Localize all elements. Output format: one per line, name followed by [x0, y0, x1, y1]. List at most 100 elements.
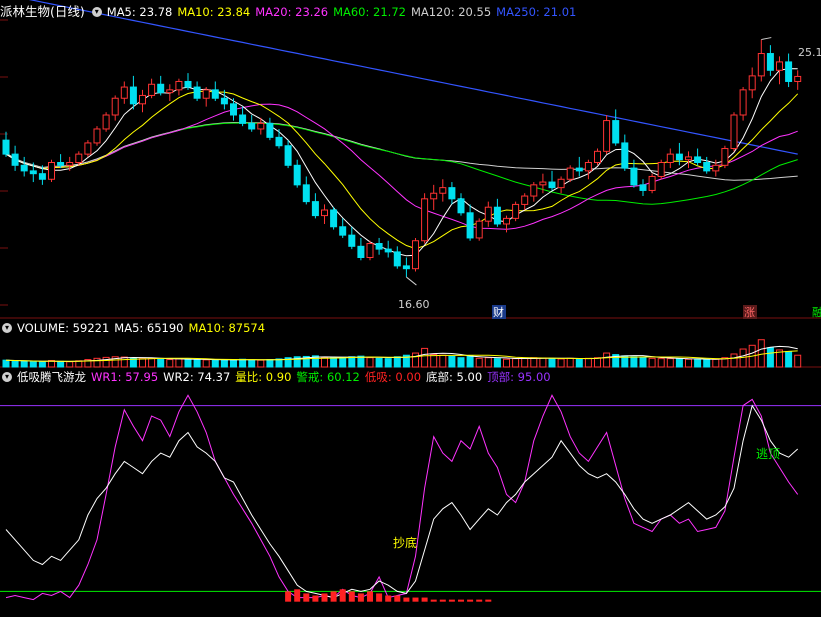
indicator-legend-item-1: WR2: 74.37 — [163, 370, 231, 384]
edge-badge: 融 — [812, 306, 821, 319]
candle-body-15 — [139, 94, 146, 105]
volume-bar-50 — [457, 357, 465, 368]
candle-body-86 — [785, 61, 793, 82]
low-buy-bar-53 — [485, 599, 492, 602]
volume-bar-10 — [93, 357, 101, 368]
candle-body-6 — [57, 162, 65, 166]
settings-toggle-icon[interactable]: ▾ — [91, 7, 102, 17]
volume-legend-item-0: VOLUME: 59221 — [17, 321, 110, 335]
volume-bar-84 — [766, 347, 774, 368]
candle-body-74 — [675, 153, 683, 161]
candle-body-14 — [129, 86, 137, 105]
low-buy-bar-35 — [321, 593, 328, 602]
volume-bar-7 — [66, 361, 74, 368]
candle-body-23 — [211, 89, 219, 99]
candle-body-30 — [275, 136, 283, 147]
low-buy-bar-33 — [303, 593, 310, 602]
candle-body-47 — [430, 192, 438, 200]
volume-bar-57 — [521, 357, 529, 368]
volume-bar-62 — [566, 357, 574, 368]
zhang-badge[interactable]: 涨 — [744, 306, 755, 319]
volume-header: ▾ VOLUME: 59221 MA5: 65190 MA10: 87574 — [0, 320, 275, 336]
candle-body-0 — [2, 139, 10, 155]
candle-body-72 — [657, 162, 665, 177]
candle-body-16 — [148, 83, 156, 96]
candle-body-22 — [202, 89, 210, 99]
volume-bar-11 — [102, 356, 110, 368]
indicator-toggle-icon[interactable]: ▾ — [2, 372, 12, 382]
volume-bar-42 — [384, 358, 392, 368]
volume-bar-37 — [339, 356, 347, 368]
sell-signal-label: 逃顶 — [756, 447, 780, 461]
candlestick-panel[interactable] — [2, 0, 802, 286]
volume-bar-66 — [603, 352, 611, 368]
candle-body-48 — [439, 187, 447, 194]
volume-bar-46 — [421, 347, 429, 368]
volume-bar-75 — [685, 358, 692, 368]
ma-legend-item-0: MA5: 23.78 — [106, 5, 173, 19]
candle-body-77 — [703, 162, 711, 172]
candle-body-57 — [521, 195, 529, 205]
candle-body-25 — [230, 103, 237, 116]
candle-body-38 — [348, 234, 356, 247]
volume-toggle-icon[interactable]: ▾ — [2, 323, 12, 333]
indicator-name: 低吸腾飞游龙 — [17, 370, 86, 384]
ma20-line — [5, 103, 798, 230]
volume-panel[interactable] — [2, 339, 802, 368]
low-buy-bar-44 — [403, 597, 410, 602]
candle-body-40 — [366, 243, 374, 259]
candle-body-45 — [412, 240, 419, 270]
ma-legend-item-3: MA60: 21.72 — [333, 5, 406, 19]
volume-bar-77 — [703, 359, 711, 368]
candle-body-10 — [93, 128, 101, 144]
volume-bar-2 — [20, 360, 28, 368]
series-line-0 — [5, 394, 799, 601]
candle-body-79 — [721, 148, 729, 166]
volume-bar-63 — [575, 358, 583, 368]
volume-bar-51 — [466, 355, 474, 368]
candle-body-32 — [293, 164, 301, 186]
ma-legend-item-4: MA120: 20.55 — [410, 5, 492, 19]
high-price-label: 25.1 — [798, 46, 821, 59]
candle-body-12 — [111, 97, 119, 116]
ma-legend-item-1: MA10: 23.84 — [177, 5, 251, 19]
ma-legend-item-5: MA250: 21.01 — [496, 5, 577, 19]
candle-body-75 — [685, 156, 692, 161]
candle-body-44 — [402, 265, 410, 270]
volume-bar-17 — [157, 358, 165, 368]
volume-bar-3 — [29, 361, 37, 368]
volume-bar-43 — [393, 356, 401, 368]
volume-bar-73 — [666, 358, 674, 368]
candle-body-69 — [630, 167, 638, 186]
indicator-panel[interactable] — [0, 394, 821, 602]
volume-bar-78 — [712, 358, 720, 368]
stock-chart[interactable]: 25.1 16.60 财 涨 融 抄底 逃顶 — [0, 0, 821, 617]
indicator-header: ▾ 低吸腾飞游龙 WR1: 57.95 WR2: 74.37 量比: 0.90 警戒:… — [0, 369, 561, 385]
candle-body-27 — [248, 122, 256, 130]
volume-bar-87 — [794, 354, 802, 368]
cai-badge[interactable]: 财 — [493, 305, 504, 319]
candle-body-58 — [530, 184, 538, 197]
volume-bar-19 — [175, 358, 183, 368]
volume-bar-23 — [211, 359, 219, 368]
low-buy-bar-51 — [467, 599, 474, 602]
candle-body-43 — [393, 251, 401, 267]
low-buy-bar-39 — [357, 593, 364, 602]
candle-body-55 — [503, 217, 510, 225]
volume-bar-27 — [248, 359, 256, 368]
low-buy-bar-47 — [430, 599, 437, 602]
volume-legend-item-1: MA5: 65190 — [114, 321, 184, 335]
buy-signal-label: 抄底 — [393, 535, 417, 550]
candle-body-52 — [475, 220, 483, 239]
ma-legend-item-2: MA20: 23.26 — [255, 5, 329, 19]
candle-body-31 — [284, 145, 292, 166]
candle-body-82 — [748, 75, 756, 91]
candle-body-61 — [557, 178, 565, 189]
indicator-legend-item-2: 量比: 0.90 — [235, 370, 292, 384]
volume-bar-24 — [220, 359, 228, 368]
volume-bar-61 — [557, 358, 565, 368]
volume-bar-71 — [648, 357, 656, 368]
candle-body-36 — [330, 209, 338, 228]
indicator-legend-item-3: 警戒: 60.12 — [296, 370, 360, 384]
candle-body-17 — [157, 83, 165, 94]
